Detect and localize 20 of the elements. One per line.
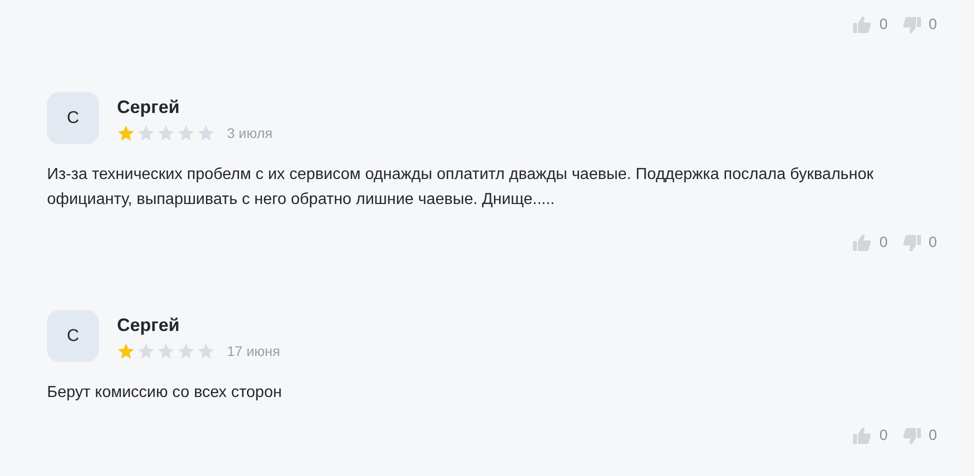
reviewer-name: Сергей: [117, 97, 181, 117]
review-text: Из-за технических пробелм с их сервисом однажды оплатитл дважды чаевые. Поддержка послала буквальнок официанту, выпаршивать с него обратно лишние чаевые. Днище.....: [47, 165, 874, 210]
thumbs-down-icon: [902, 15, 922, 35]
dislike-button[interactable]: 0: [902, 424, 937, 448]
dislike-button[interactable]: 0: [902, 14, 937, 36]
like-button[interactable]: 0: [852, 14, 888, 36]
avatar: С: [47, 310, 99, 362]
like-button[interactable]: 0: [852, 424, 888, 448]
thumbs-down-icon: [902, 426, 922, 446]
thumbs-up-icon: [852, 426, 872, 446]
review-date: 17 июня: [227, 342, 280, 361]
review-text: Берут комиссию со всех сторон: [47, 383, 283, 403]
thumbs-down-icon: [902, 233, 922, 253]
thumbs-up-icon: [852, 233, 872, 253]
thumbs-up-icon: [852, 15, 872, 35]
like-button[interactable]: 0: [852, 232, 888, 254]
reviewer-name: Сергей: [117, 315, 181, 335]
dislike-button[interactable]: 0: [902, 232, 937, 254]
review-date: 3 июля: [227, 124, 272, 143]
avatar: С: [47, 92, 99, 144]
